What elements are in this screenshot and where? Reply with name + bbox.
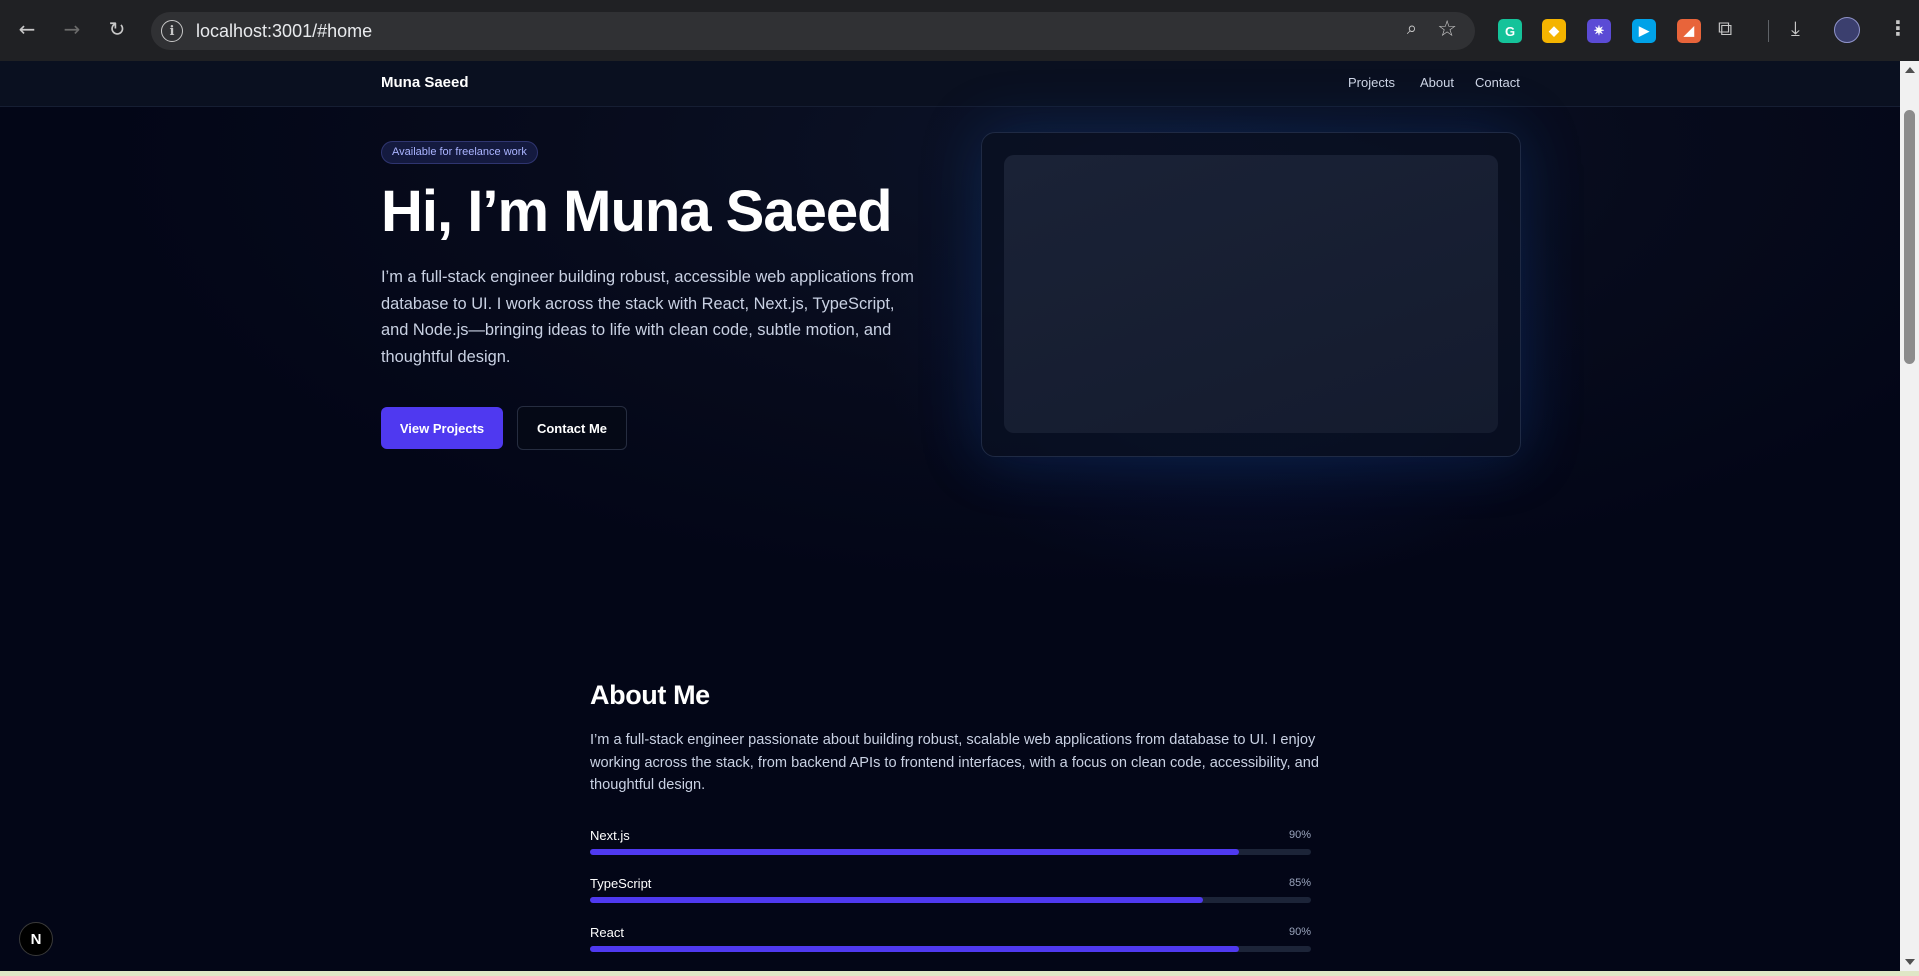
page-scrollbar[interactable] — [1900, 61, 1919, 971]
hero-title: Hi, I’m Muna Saeed — [381, 179, 893, 244]
skill-name: TypeScript — [590, 876, 652, 891]
view-projects-button[interactable]: View Projects — [381, 407, 503, 449]
availability-badge: Available for freelance work — [381, 141, 538, 164]
toolbar-divider — [1768, 20, 1769, 42]
diamond-extension-icon[interactable]: ◆ — [1542, 19, 1566, 43]
skill-percent: 90% — [1288, 829, 1311, 841]
flag-extension-icon[interactable]: ◢ — [1677, 19, 1701, 43]
about-title: About Me — [590, 680, 710, 710]
hero-preview-card — [981, 132, 1521, 457]
address-bar[interactable]: i localhost:3001/#home ⌕ ☆ — [151, 12, 1475, 50]
skill-progress-fill — [590, 849, 1239, 855]
scroll-thumb[interactable] — [1904, 110, 1915, 364]
back-icon[interactable]: ← — [12, 14, 42, 44]
page-viewport: Muna Saeed Projects About Contact Availa… — [0, 61, 1900, 971]
nav-link-contact[interactable]: Contact — [1475, 75, 1520, 90]
play-extension-icon[interactable]: ▶ — [1632, 19, 1656, 43]
forward-icon[interactable]: → — [57, 14, 87, 44]
site-info-icon[interactable]: i — [161, 20, 183, 42]
skill-nextjs: Next.js 90% — [590, 828, 1311, 868]
skill-name: React — [590, 925, 624, 940]
skill-percent: 85% — [1288, 877, 1311, 889]
skill-name: Next.js — [590, 828, 630, 843]
browser-toolbar: ← → ↻ i localhost:3001/#home ⌕ ☆ G ◆ ✷ ▶ ◢ ⧉… — [0, 0, 1919, 61]
nextjs-dev-indicator-icon[interactable]: N — [19, 922, 53, 956]
contact-me-button[interactable]: Contact Me — [517, 406, 627, 450]
nav-link-projects[interactable]: Projects — [1348, 75, 1395, 90]
skill-progress-fill — [590, 897, 1203, 903]
extensions-puzzle-icon[interactable]: ⧉ — [1718, 16, 1732, 40]
browser-menu-icon[interactable]: ⋮ — [1888, 16, 1908, 40]
skill-progress-track — [590, 849, 1311, 855]
bookmark-star-icon[interactable]: ☆ — [1437, 17, 1457, 42]
window-bottom-edge — [0, 971, 1919, 976]
zoom-icon[interactable]: ⌕ — [1407, 18, 1417, 39]
about-description: I’m a full-stack engineer passionate abo… — [590, 732, 1319, 793]
skill-progress-track — [590, 946, 1311, 952]
scroll-down-arrow-icon[interactable] — [1905, 959, 1915, 965]
skill-progress-fill — [590, 946, 1239, 952]
profile-avatar[interactable] — [1834, 17, 1860, 43]
nav-link-about[interactable]: About — [1420, 75, 1454, 90]
hero-description: I’m a full-stack engineer building robus… — [381, 268, 914, 366]
gear-extension-icon[interactable]: ✷ — [1587, 19, 1611, 43]
site-header: Muna Saeed Projects About Contact — [0, 61, 1900, 107]
skill-react: React 90% — [590, 925, 1311, 965]
site-brand[interactable]: Muna Saeed — [381, 74, 469, 91]
skill-progress-track — [590, 897, 1311, 903]
address-bar-url[interactable]: localhost:3001/#home — [196, 21, 372, 42]
reload-icon[interactable]: ↻ — [102, 14, 132, 44]
download-icon[interactable]: ⤓ — [1791, 16, 1800, 40]
hero-preview-placeholder — [1004, 155, 1498, 433]
skill-typescript: TypeScript 85% — [590, 876, 1311, 916]
grammarly-icon[interactable]: G — [1498, 19, 1522, 43]
skill-percent: 90% — [1288, 926, 1311, 938]
scroll-up-arrow-icon[interactable] — [1905, 67, 1915, 73]
